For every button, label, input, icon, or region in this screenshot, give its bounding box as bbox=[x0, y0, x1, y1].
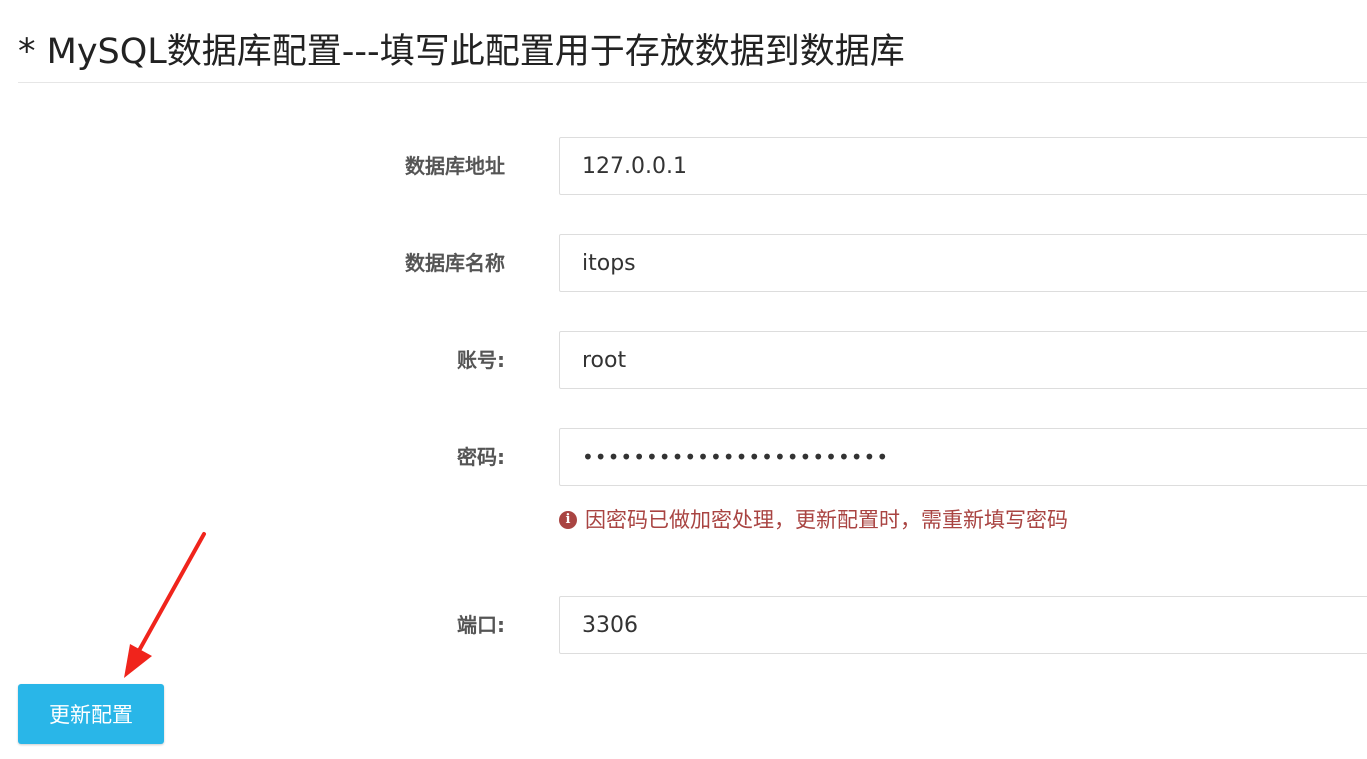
info-circle-icon: i bbox=[559, 511, 577, 529]
account-label: 账号: bbox=[457, 348, 505, 372]
account-input[interactable] bbox=[559, 331, 1367, 389]
update-config-button[interactable]: 更新配置 bbox=[18, 684, 164, 744]
password-input[interactable]: •••••••••••••••••••••••• bbox=[559, 428, 1367, 486]
mysql-config-page: * MySQL数据库配置---填写此配置用于存放数据到数据库 数据库地址 数据库… bbox=[0, 0, 1367, 759]
password-label: 密码: bbox=[457, 445, 505, 469]
db-name-label: 数据库名称 bbox=[405, 251, 505, 275]
password-hint: i 因密码已做加密处理，更新配置时，需重新填写密码 bbox=[559, 505, 1068, 535]
page-title: * MySQL数据库配置---填写此配置用于存放数据到数据库 bbox=[18, 32, 905, 72]
password-hint-text: 因密码已做加密处理，更新配置时，需重新填写密码 bbox=[585, 508, 1068, 532]
form-row-host: 数据库地址 bbox=[0, 137, 1367, 199]
form-row-password: 密码: •••••••••••••••••••••••• bbox=[0, 428, 1367, 490]
title-divider bbox=[18, 82, 1367, 83]
db-name-input[interactable] bbox=[559, 234, 1367, 292]
form-row-account: 账号: bbox=[0, 331, 1367, 393]
port-label: 端口: bbox=[457, 613, 505, 637]
host-label: 数据库地址 bbox=[405, 154, 505, 178]
red-arrow-annotation-icon bbox=[124, 532, 206, 678]
form-row-db-name: 数据库名称 bbox=[0, 234, 1367, 296]
host-input[interactable] bbox=[559, 137, 1367, 195]
port-input[interactable] bbox=[559, 596, 1367, 654]
